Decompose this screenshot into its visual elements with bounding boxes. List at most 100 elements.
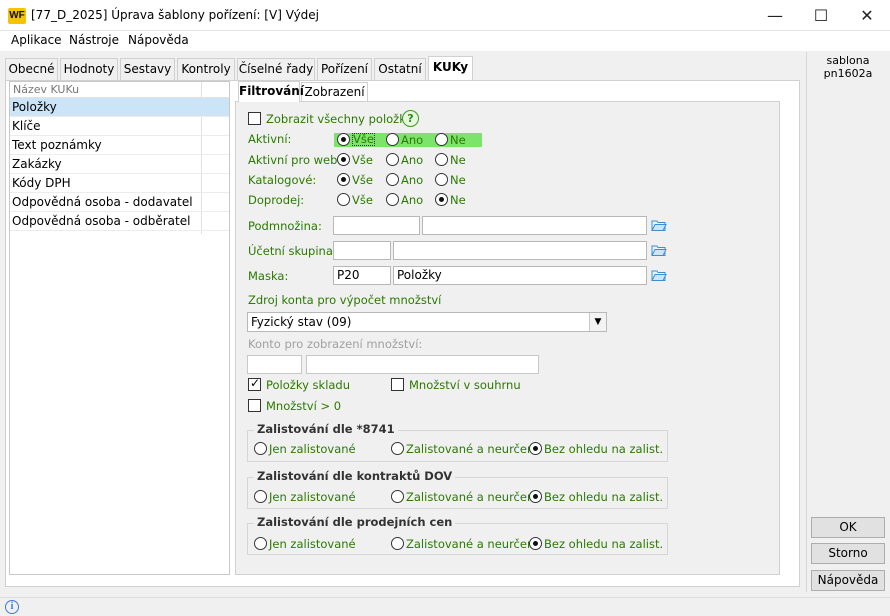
- list-header[interactable]: Název KUKu: [10, 82, 229, 98]
- zdroj-konta-label: Zdroj konta pro výpočet množství: [248, 293, 442, 307]
- window-title: [77_D_2025] Úprava šablony pořízení: [V]…: [31, 8, 320, 22]
- list-item-osoba-odberatel[interactable]: Odpovědná osoba - odběratel: [10, 212, 229, 231]
- g1-neurcene-radio[interactable]: [391, 442, 404, 455]
- doprodej-vse-radio[interactable]: [337, 193, 350, 206]
- list-item-kody-dph[interactable]: Kódy DPH: [10, 174, 229, 193]
- katalogove-ne-radio[interactable]: [435, 173, 448, 186]
- konto-zobrazeni-label: Konto pro zobrazení množství:: [248, 337, 423, 351]
- aktivni-ne-label: Ne: [450, 133, 466, 147]
- napoveda-button[interactable]: Nápověda: [811, 570, 885, 591]
- g2-neurcene-radio[interactable]: [391, 490, 404, 503]
- aktivni-web-vse-radio[interactable]: [337, 153, 350, 166]
- maska-name-input[interactable]: Položky: [393, 266, 647, 285]
- mnozstvi-gt0-checkbox[interactable]: [248, 399, 261, 412]
- tab-ciselne-rady[interactable]: Číselné řady: [237, 58, 315, 80]
- show-all-label: Zobrazit všechny položky: [266, 112, 413, 126]
- g3-jen-radio[interactable]: [254, 537, 267, 550]
- aktivni-web-vse-label: Vše: [352, 153, 373, 167]
- tab-porizeni[interactable]: Pořízení: [317, 58, 372, 80]
- list-item-polozky[interactable]: Položky: [10, 98, 229, 117]
- storno-button[interactable]: Storno: [811, 543, 885, 564]
- aktivni-vse-radio[interactable]: [337, 133, 350, 146]
- tab-obecne[interactable]: Obecné: [5, 58, 58, 80]
- g3-neurcene-radio[interactable]: [391, 537, 404, 550]
- template-info-line2: pn1602a: [823, 67, 873, 80]
- tab-sestavy[interactable]: Sestavy: [120, 58, 175, 80]
- katalogove-ne-label: Ne: [450, 173, 466, 187]
- g1-jen-label: Jen zalistované: [269, 442, 356, 456]
- g2-bez-radio[interactable]: [529, 490, 542, 503]
- tab-kuky[interactable]: KUKy: [428, 56, 473, 80]
- mnozstvi-gt0-label: Množství > 0: [266, 399, 342, 413]
- g1-bez-label: Bez ohledu na zalist.: [544, 442, 664, 456]
- podmnozina-name-input[interactable]: [422, 216, 647, 235]
- folder-open-icon[interactable]: [651, 218, 667, 232]
- zdroj-konta-select[interactable]: Fyzický stav (09) ▼: [247, 312, 607, 332]
- katalogove-label: Katalogové:: [248, 173, 317, 187]
- template-info: sablona pn1602a: [808, 54, 888, 80]
- chevron-down-icon[interactable]: ▼: [589, 313, 606, 331]
- maska-label: Maska:: [248, 269, 289, 283]
- show-all-checkbox[interactable]: [248, 112, 261, 125]
- ucetni-skupina-name-input[interactable]: [393, 241, 647, 260]
- aktivni-web-ne-radio[interactable]: [435, 153, 448, 166]
- polozky-skladu-label: Položky skladu: [266, 378, 351, 392]
- tab-filtrovani[interactable]: Filtrování: [238, 81, 304, 102]
- minimize-button[interactable]: —: [752, 0, 798, 31]
- menu-nastroje[interactable]: Nástroje: [69, 33, 119, 47]
- aktivni-vse-label: Vše: [352, 132, 375, 146]
- app-logo: WF: [8, 8, 26, 24]
- menu-napoveda[interactable]: Nápověda: [128, 33, 189, 47]
- aktivni-label: Aktivní:: [248, 132, 292, 146]
- g2-jen-radio[interactable]: [254, 490, 267, 503]
- doprodej-ne-radio[interactable]: [435, 193, 448, 206]
- group-zalistovani-8741-title: Zalistování dle *8741: [254, 422, 398, 436]
- katalogove-vse-label: Vše: [352, 173, 373, 187]
- maska-code-input[interactable]: P20: [333, 266, 391, 285]
- list-item-klice[interactable]: Klíče: [10, 117, 229, 136]
- menu-aplikace[interactable]: Aplikace: [11, 33, 62, 47]
- polozky-skladu-checkbox[interactable]: [248, 376, 261, 391]
- g3-bez-radio[interactable]: [529, 537, 542, 550]
- aktivni-web-ne-label: Ne: [450, 153, 466, 167]
- aktivni-ano-radio[interactable]: [386, 133, 399, 146]
- g3-bez-label: Bez ohledu na zalist.: [544, 537, 664, 551]
- list-item-osoba-dodavatel[interactable]: Odpovědná osoba - dodavatel: [10, 193, 229, 212]
- tab-zobrazeni[interactable]: Zobrazení: [301, 82, 368, 103]
- title-bar: WF [77_D_2025] Úprava šablony pořízení: …: [0, 0, 890, 31]
- tab-hodnoty[interactable]: Hodnoty: [60, 58, 118, 80]
- folder-open-icon[interactable]: [651, 243, 667, 257]
- close-button[interactable]: ✕: [844, 0, 890, 31]
- template-info-line1: sablona: [826, 54, 870, 67]
- konto-code-input[interactable]: [247, 355, 302, 374]
- doprodej-ne-label: Ne: [450, 193, 466, 207]
- tab-ostatni[interactable]: Ostatní: [374, 58, 426, 80]
- katalogove-vse-radio[interactable]: [337, 173, 350, 186]
- katalogove-ano-radio[interactable]: [386, 173, 399, 186]
- podmnozina-code-input[interactable]: [333, 216, 420, 235]
- side-divider: [806, 52, 807, 592]
- maximize-button[interactable]: ☐: [798, 0, 844, 31]
- aktivni-web-ano-radio[interactable]: [386, 153, 399, 166]
- info-icon[interactable]: i: [5, 600, 19, 614]
- ucetni-skupina-code-input[interactable]: [333, 241, 391, 260]
- kuku-list[interactable]: Název KUKu Položky Klíče Text poznámky Z…: [9, 81, 230, 575]
- group-zalistovani-dov-title: Zalistování dle kontraktů DOV: [254, 469, 456, 483]
- g3-jen-label: Jen zalistované: [269, 537, 356, 551]
- aktivni-ne-radio[interactable]: [435, 133, 448, 146]
- ok-button[interactable]: OK: [811, 517, 885, 538]
- g1-bez-radio[interactable]: [529, 442, 542, 455]
- podmnozina-label: Podmnožina:: [248, 219, 322, 233]
- help-icon[interactable]: ?: [402, 110, 419, 127]
- g1-jen-radio[interactable]: [254, 442, 267, 455]
- doprodej-ano-radio[interactable]: [386, 193, 399, 206]
- tab-kontroly[interactable]: Kontroly: [177, 58, 235, 80]
- list-item-zakazky[interactable]: Zakázky: [10, 155, 229, 174]
- folder-open-icon[interactable]: [651, 268, 667, 282]
- list-item-text-poznamky[interactable]: Text poznámky: [10, 136, 229, 155]
- group-zalistovani-ceny-title: Zalistování dle prodejních cen: [254, 515, 456, 529]
- doprodej-vse-label: Vše: [352, 193, 373, 207]
- g1-neurcene-label: Zalistované a neurčené: [406, 442, 542, 456]
- konto-name-input[interactable]: [306, 355, 539, 374]
- mnozstvi-souhrnu-checkbox[interactable]: [391, 378, 404, 391]
